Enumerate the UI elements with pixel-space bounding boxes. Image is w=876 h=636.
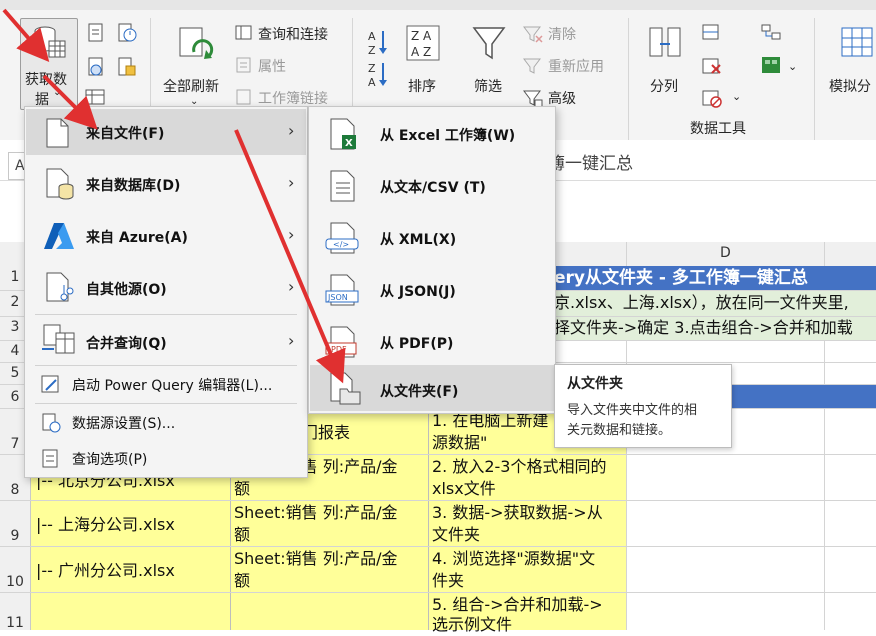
annotation-arrows <box>2 8 346 384</box>
arrow-to-from-file <box>42 74 98 130</box>
arrow-to-get-data <box>2 8 50 63</box>
arrow-to-from-folder <box>234 129 346 384</box>
